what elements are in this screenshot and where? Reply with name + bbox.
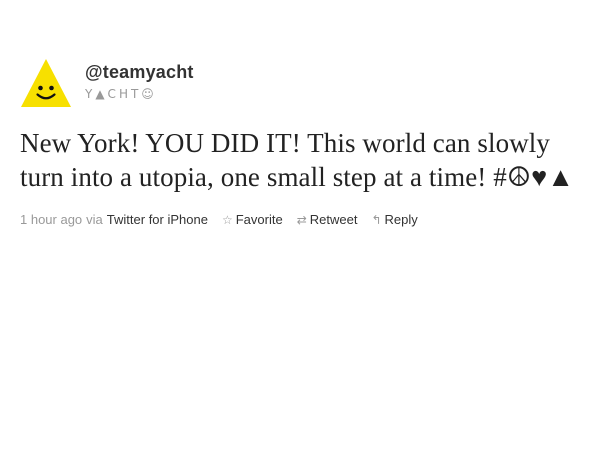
retweet-label: Retweet — [309, 212, 358, 227]
tweet: @teamyacht Y▲CHT☺ New York! YOU DID IT! … — [20, 58, 590, 228]
reply-icon: ↰ — [371, 213, 382, 227]
via-label: via — [86, 212, 103, 227]
timestamp-link[interactable]: 1 hour ago — [20, 212, 82, 228]
avatar-right-eye — [49, 85, 54, 91]
tweet-header: @teamyacht Y▲CHT☺ — [20, 58, 590, 114]
screen-name-link[interactable]: @teamyacht — [85, 61, 194, 83]
tweet-text: New York! YOU DID IT! This world can slo… — [20, 128, 575, 192]
favorite-label: Favorite — [235, 212, 283, 227]
avatar[interactable] — [20, 58, 72, 108]
reply-button[interactable]: ↰ Reply — [371, 212, 417, 228]
user-names: @teamyacht Y▲CHT☺ — [85, 61, 194, 101]
full-name: Y▲CHT☺ — [85, 87, 157, 101]
source-link[interactable]: Twitter for iPhone — [107, 212, 208, 228]
star-icon: ☆ — [221, 213, 233, 227]
retweet-icon: ⇄ — [296, 213, 307, 227]
avatar-left-eye — [38, 85, 43, 91]
reply-label: Reply — [384, 212, 418, 227]
favorite-button[interactable]: ☆ Favorite — [222, 212, 283, 228]
avatar-triangle-shape — [21, 59, 71, 107]
tweet-meta: 1 hour ago via Twitter for iPhone ☆ Favo… — [20, 212, 590, 228]
retweet-button[interactable]: ⇄ Retweet — [297, 212, 358, 228]
